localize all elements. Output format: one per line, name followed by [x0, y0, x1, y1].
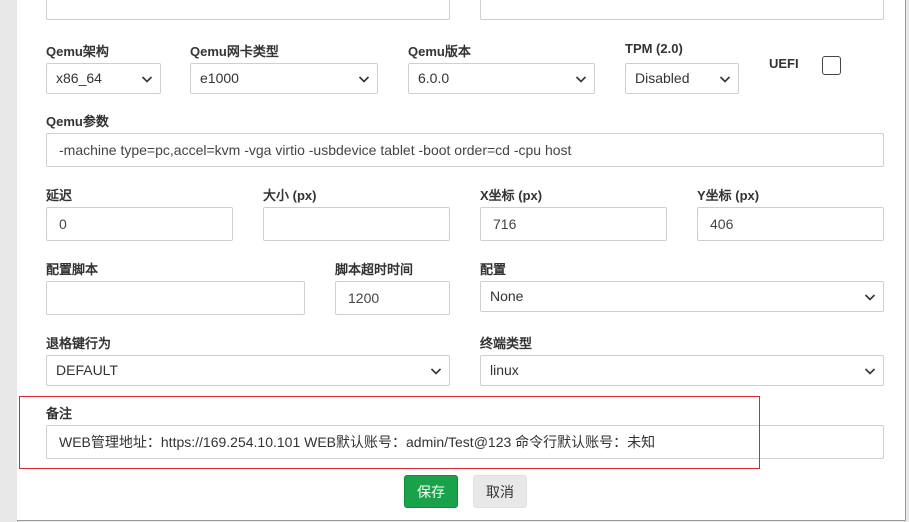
uefi-label: UEFI — [769, 56, 799, 71]
uefi-checkbox[interactable] — [822, 56, 841, 75]
qemu-arch-label: Qemu架构 — [46, 44, 109, 59]
size-label: 大小 (px) — [263, 188, 317, 203]
script-timeout-input[interactable]: 1200 — [335, 281, 450, 315]
config-script-input[interactable] — [46, 281, 305, 315]
chevron-down-icon — [141, 76, 153, 83]
backspace-label: 退格键行为 — [46, 336, 112, 351]
save-button[interactable]: 保存 — [404, 475, 458, 508]
qemu-version-select[interactable]: 6.0.0 — [408, 63, 595, 94]
size-input[interactable] — [263, 207, 450, 241]
top-input-right[interactable] — [480, 0, 884, 20]
qemu-params-label: Qemu参数 — [46, 114, 109, 129]
dialog-window: Qemu架构 x86_64 Qemu网卡类型 e1000 Qemu版本 6.0.… — [0, 0, 909, 522]
config-script-label: 配置脚本 — [46, 262, 99, 277]
x-coord-input[interactable]: 716 — [480, 207, 667, 241]
left-scroll-gutter — [0, 0, 18, 522]
chevron-down-icon — [719, 76, 731, 83]
terminal-type-value: linux — [490, 362, 519, 378]
notes-highlight-box — [19, 396, 760, 469]
y-coord-input[interactable]: 406 — [697, 207, 884, 241]
nic-type-value: e1000 — [200, 70, 239, 86]
nic-type-select[interactable]: e1000 — [190, 63, 378, 94]
qemu-params-input[interactable]: -machine type=pc,accel=kvm -vga virtio -… — [46, 133, 884, 167]
qemu-version-label: Qemu版本 — [408, 44, 471, 59]
chevron-down-icon — [864, 368, 876, 375]
backspace-select[interactable]: DEFAULT — [46, 355, 450, 386]
config-value: None — [490, 288, 524, 304]
delay-label: 延迟 — [46, 188, 73, 203]
qemu-version-value: 6.0.0 — [418, 70, 450, 86]
cancel-button[interactable]: 取消 — [473, 475, 527, 508]
chevron-down-icon — [864, 294, 876, 301]
chevron-down-icon — [358, 76, 370, 83]
qemu-arch-value: x86_64 — [56, 70, 102, 86]
backspace-value: DEFAULT — [56, 362, 118, 378]
terminal-type-select[interactable]: linux — [480, 355, 884, 386]
terminal-type-label: 终端类型 — [480, 336, 533, 351]
x-coord-label: X坐标 (px) — [480, 188, 543, 203]
nic-type-label: Qemu网卡类型 — [190, 44, 279, 59]
qemu-arch-select[interactable]: x86_64 — [46, 63, 161, 94]
config-label: 配置 — [480, 262, 507, 277]
y-coord-label: Y坐标 (px) — [697, 188, 760, 203]
chevron-down-icon — [430, 368, 442, 375]
delay-input[interactable]: 0 — [46, 207, 233, 241]
top-input-left[interactable] — [46, 0, 450, 20]
chevron-down-icon — [575, 76, 587, 83]
script-timeout-label: 脚本超时时间 — [335, 262, 414, 277]
tpm-label: TPM (2.0) — [625, 41, 683, 56]
config-select[interactable]: None — [480, 281, 884, 312]
tpm-select[interactable]: Disabled — [625, 63, 739, 94]
tpm-value: Disabled — [635, 70, 690, 86]
